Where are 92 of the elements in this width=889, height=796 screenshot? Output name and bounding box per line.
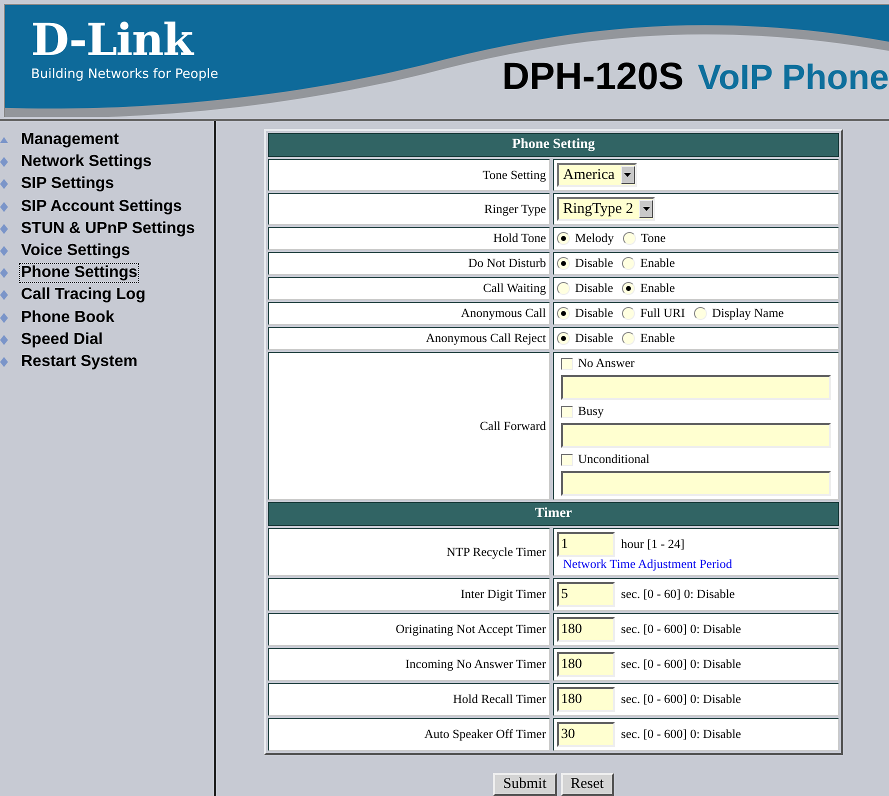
radio-button[interactable] (622, 332, 636, 345)
range-hint: sec. [0 - 600] 0: Disable (621, 622, 742, 637)
sidebar-item[interactable]: Call Tracing Log (20, 286, 146, 304)
range-hint: sec. [0 - 60] 0: Disable (621, 587, 735, 602)
radio-button[interactable] (622, 282, 636, 295)
option-label: Disable (575, 281, 614, 296)
sidebar-item[interactable]: Speed Dial (20, 330, 104, 349)
sidebar-item[interactable]: Management (20, 131, 120, 149)
product-name: VoIP Phone (698, 57, 889, 99)
radio-button[interactable] (557, 232, 570, 245)
option-label: Full URI (640, 306, 685, 321)
sidebar-item[interactable]: STUN & UPnP Settings (20, 220, 196, 238)
option-label: Melody (575, 231, 614, 246)
sidebar-item[interactable]: Network Settings (20, 153, 153, 172)
field-label: Call Forward (480, 418, 546, 434)
help-link[interactable]: Network Time Adjustment Period (563, 557, 732, 572)
sidebar-item[interactable]: Voice Settings (20, 242, 132, 260)
field-label: Do Not Disturb (468, 256, 546, 271)
input-field[interactable]: 1 (557, 532, 615, 557)
option-label: Disable (575, 256, 614, 271)
radio-button[interactable] (694, 307, 707, 320)
field-label: Call Waiting (483, 281, 546, 296)
input-field[interactable]: 180 (557, 617, 615, 642)
diamond-icon (0, 202, 8, 212)
radio-button[interactable] (557, 307, 570, 320)
checkbox[interactable] (561, 358, 573, 370)
diamond-icon (0, 334, 8, 345)
field-label: Hold Recall Timer (452, 692, 546, 707)
section-header: Phone Setting (268, 133, 839, 157)
field-label: Inter Digit Timer (460, 587, 546, 602)
range-hint: sec. [0 - 600] 0: Disable (621, 657, 742, 672)
dropdown[interactable]: America (557, 163, 637, 187)
radio-button[interactable] (622, 232, 636, 245)
field-label: Tone Setting (482, 168, 546, 182)
option-label: Display Name (712, 306, 784, 321)
input-field[interactable]: 180 (557, 652, 615, 677)
sidebar-item[interactable]: Phone Book (20, 308, 116, 326)
sidebar-item[interactable]: SIP Settings (20, 175, 116, 194)
diamond-icon (0, 224, 8, 234)
form-button[interactable]: Submit (493, 773, 557, 796)
option-label: Disable (575, 331, 614, 346)
diamond-icon (0, 356, 8, 367)
field-label: Originating Not Accept Timer (396, 622, 546, 637)
option-label: Disable (575, 306, 614, 321)
input-field[interactable]: 180 (557, 687, 615, 712)
input-field[interactable] (561, 423, 831, 448)
field-label: Ringer Type (484, 202, 546, 216)
checkbox[interactable] (561, 454, 573, 466)
field-label: Anonymous Call Reject (426, 331, 546, 346)
field-label: Hold Tone (493, 231, 546, 246)
diamond-icon (0, 268, 8, 278)
field-label: Anonymous Call (460, 306, 546, 321)
range-hint: sec. [0 - 600] 0: Disable (621, 727, 742, 742)
radio-button[interactable] (622, 307, 636, 320)
option-label: Tone (640, 231, 666, 246)
radio-button[interactable] (557, 257, 570, 270)
diamond-icon (0, 157, 8, 168)
radio-button[interactable] (622, 257, 636, 270)
sidebar-item[interactable]: Restart System (20, 352, 138, 371)
radio-button[interactable] (557, 282, 570, 295)
logo: D-Link (31, 17, 196, 65)
model-name: DPH-120S (502, 56, 684, 99)
diamond-icon (0, 179, 8, 190)
option-label: Enable (640, 331, 675, 346)
input-field[interactable]: 5 (557, 582, 615, 607)
tagline: Building Networks for People (31, 67, 218, 82)
field-label: Incoming No Answer Timer (405, 657, 546, 672)
field-label: NTP Recycle Timer (446, 544, 546, 560)
option-label: Unconditional (578, 452, 650, 467)
range-hint: sec. [0 - 600] 0: Disable (621, 692, 742, 707)
diamond-icon (0, 312, 8, 322)
caret-icon (642, 207, 650, 211)
caret-icon (624, 173, 632, 177)
option-label: Enable (640, 256, 675, 271)
triangle-icon (0, 137, 8, 143)
option-label: Enable (640, 281, 675, 296)
sidebar-item[interactable]: Phone Settings (20, 264, 138, 282)
input-field[interactable]: 30 (557, 722, 615, 747)
radio-button[interactable] (557, 332, 570, 345)
diamond-icon (0, 290, 8, 300)
input-field[interactable] (561, 471, 831, 496)
dropdown[interactable]: RingType 2 (557, 197, 656, 221)
option-label: Busy (578, 404, 604, 419)
form-button[interactable]: Reset (560, 773, 614, 796)
option-label: No Answer (578, 356, 635, 371)
range-hint: hour [1 - 24] (621, 537, 685, 552)
input-field[interactable] (561, 375, 831, 400)
section-header: Timer (268, 502, 839, 526)
field-label: Auto Speaker Off Timer (424, 727, 546, 742)
diamond-icon (0, 246, 8, 256)
checkbox[interactable] (561, 406, 573, 418)
sidebar-item[interactable]: SIP Account Settings (20, 198, 183, 216)
